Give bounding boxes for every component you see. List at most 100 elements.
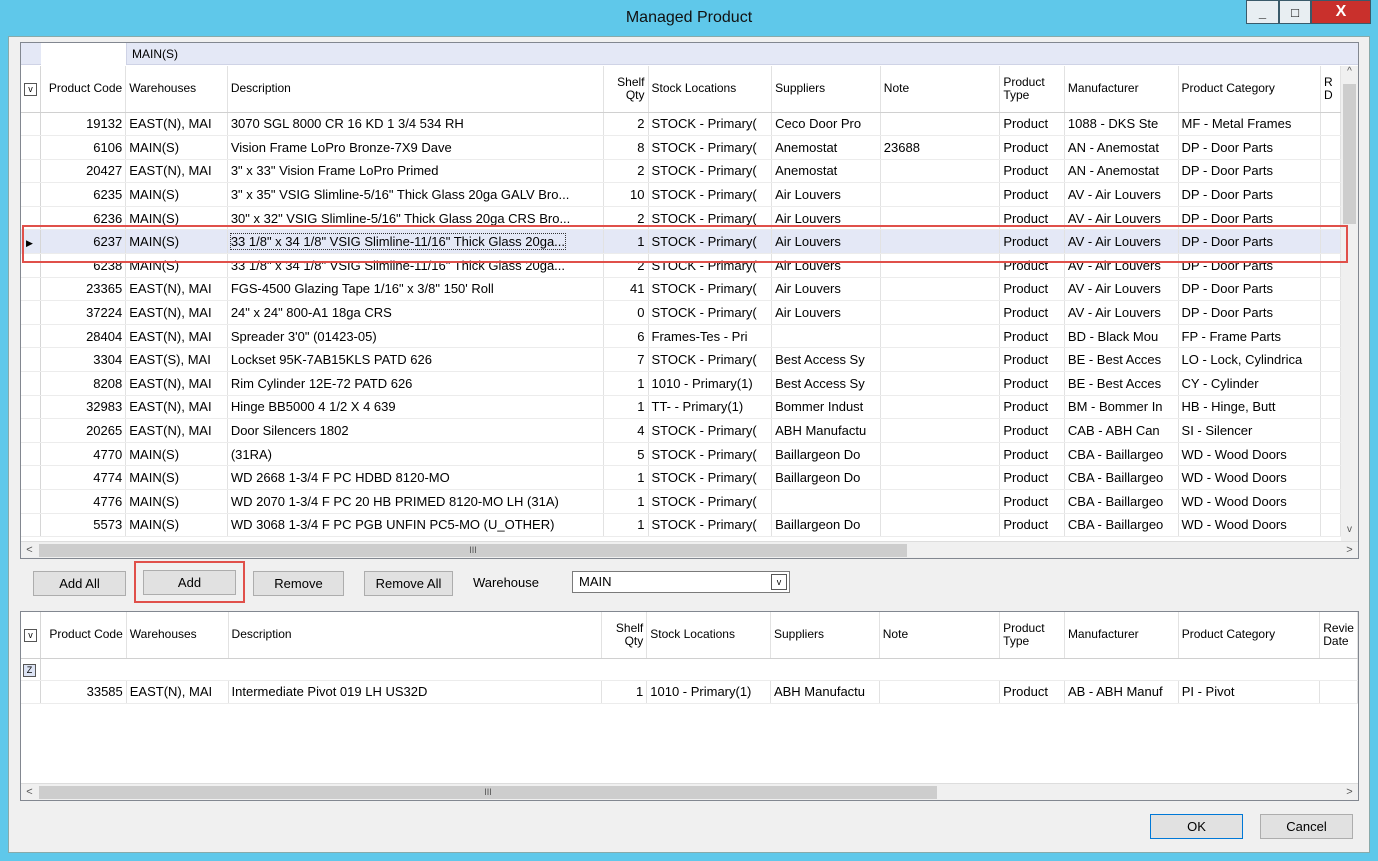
- cell-wh[interactable]: MAIN(S): [125, 206, 228, 231]
- row-header[interactable]: [21, 112, 42, 137]
- cell-type[interactable]: Product: [999, 253, 1065, 278]
- cell-type[interactable]: Product: [999, 300, 1065, 325]
- filter-row[interactable]: Z: [21, 658, 1358, 681]
- cell-cat[interactable]: WD - Wood Doors: [1178, 513, 1322, 538]
- cell-type[interactable]: Product: [999, 229, 1065, 255]
- column-header-type[interactable]: Product Type: [999, 612, 1065, 659]
- row-header[interactable]: [21, 277, 42, 302]
- cell-wh[interactable]: MAIN(S): [125, 442, 228, 467]
- cell-type[interactable]: Product: [999, 489, 1065, 514]
- cell-rev[interactable]: [1320, 229, 1341, 255]
- cell-wh[interactable]: EAST(N), MAI: [126, 680, 229, 705]
- cell-qty[interactable]: 10: [603, 182, 649, 207]
- cell-sup[interactable]: Air Louvers: [771, 182, 881, 207]
- row-header[interactable]: [21, 395, 42, 420]
- cell-sup[interactable]: Air Louvers: [771, 206, 881, 231]
- cell-qty[interactable]: 2: [603, 253, 649, 278]
- cell-mfr[interactable]: AB - ABH Manuf: [1064, 680, 1179, 705]
- vertical-scrollbar[interactable]: ^ v: [1341, 66, 1358, 541]
- cell-code[interactable]: 6238: [40, 253, 127, 278]
- cell-note[interactable]: 23688: [880, 135, 1001, 160]
- select-all-header[interactable]: v: [21, 612, 42, 659]
- cell-type[interactable]: Product: [999, 347, 1065, 373]
- table-row[interactable]: 32983 EAST(N), MAI Hinge BB5000 4 1/2 X 4 …: [21, 395, 1341, 420]
- column-header-note[interactable]: Note: [879, 612, 1001, 659]
- cell-desc[interactable]: Door Silencers 1802: [227, 418, 604, 443]
- column-header-code[interactable]: Product Code: [40, 612, 127, 659]
- cell-mfr[interactable]: BE - Best Acces: [1064, 347, 1179, 373]
- table-row[interactable]: 6235 MAIN(S) 3" x 35" VSIG Slimline-5/16" …: [21, 182, 1341, 207]
- available-products-grid[interactable]: MAIN(S) v Product Code Warehouses Descripti…: [20, 42, 1359, 559]
- cell-type[interactable]: Product: [999, 465, 1065, 490]
- cell-loc[interactable]: STOCK - Primary(: [648, 229, 773, 255]
- table-row[interactable]: 6238 MAIN(S) 33 1/8" x 34 1/8" VSIG Slimli…: [21, 253, 1341, 278]
- cell-note[interactable]: [880, 253, 1001, 278]
- cell-sup[interactable]: ABH Manufactu: [771, 418, 881, 443]
- cell-sup[interactable]: Baillargeon Do: [771, 513, 881, 538]
- cell-cat[interactable]: WD - Wood Doors: [1178, 465, 1322, 490]
- cell-wh[interactable]: EAST(S), MAI: [125, 347, 228, 373]
- row-header[interactable]: [21, 347, 42, 373]
- cell-sup[interactable]: [771, 324, 881, 349]
- warehouse-select[interactable]: MAIN v: [572, 571, 790, 593]
- row-header[interactable]: [21, 465, 42, 490]
- row-header[interactable]: [21, 513, 42, 538]
- cell-desc[interactable]: 24" x 24" 800-A1 18ga CRS: [227, 300, 604, 325]
- cell-desc[interactable]: WD 2668 1-3/4 F PC HDBD 8120-MO: [227, 465, 604, 490]
- cell-code[interactable]: 20427: [40, 159, 127, 184]
- cell-note[interactable]: [880, 442, 1001, 467]
- cell-desc[interactable]: Vision Frame LoPro Bronze-7X9 Dave: [227, 135, 604, 160]
- cell-qty[interactable]: 1: [603, 395, 649, 420]
- maximize-button[interactable]: □: [1279, 0, 1311, 24]
- cell-desc[interactable]: FGS-4500 Glazing Tape 1/16" x 3/8" 150' …: [227, 277, 604, 302]
- cell-wh[interactable]: MAIN(S): [125, 135, 228, 160]
- bottom-horizontal-scrollbar[interactable]: < III >: [21, 783, 1358, 800]
- column-header-cat[interactable]: Product Category: [1178, 66, 1322, 113]
- cell-rev[interactable]: [1320, 112, 1341, 137]
- cell-qty[interactable]: 1: [603, 513, 649, 538]
- cell-cat[interactable]: FP - Frame Parts: [1178, 324, 1322, 349]
- table-row[interactable]: 4776 MAIN(S) WD 2070 1-3/4 F PC 20 HB PRIM…: [21, 489, 1341, 514]
- row-header[interactable]: [21, 182, 42, 207]
- column-header-wh[interactable]: Warehouses: [126, 612, 229, 659]
- table-row[interactable]: 8208 EAST(N), MAI Rim Cylinder 12E-72 PATD…: [21, 371, 1341, 396]
- cell-cat[interactable]: DP - Door Parts: [1178, 206, 1322, 231]
- cell-sup[interactable]: Ceco Door Pro: [771, 112, 881, 137]
- vertical-scroll-thumb[interactable]: [1343, 84, 1356, 224]
- cell-loc[interactable]: STOCK - Primary(: [648, 206, 773, 231]
- cell-code[interactable]: 6106: [40, 135, 127, 160]
- cell-desc[interactable]: 30" x 32" VSIG Slimline-5/16" Thick Glas…: [227, 206, 604, 231]
- column-header-code[interactable]: Product Code: [40, 66, 127, 113]
- cell-sup[interactable]: Baillargeon Do: [771, 465, 881, 490]
- cell-note[interactable]: [880, 300, 1001, 325]
- cell-desc[interactable]: Hinge BB5000 4 1/2 X 4 639: [227, 395, 604, 420]
- cell-mfr[interactable]: AN - Anemostat: [1064, 159, 1179, 184]
- cell-loc[interactable]: STOCK - Primary(: [648, 300, 773, 325]
- cell-loc[interactable]: STOCK - Primary(: [648, 135, 773, 160]
- cell-mfr[interactable]: CBA - Baillargeo: [1064, 489, 1179, 514]
- cell-code[interactable]: 23365: [40, 277, 127, 302]
- cell-sup[interactable]: Air Louvers: [771, 229, 881, 255]
- cell-desc[interactable]: 33 1/8" x 34 1/8" VSIG Slimline-11/16" T…: [227, 229, 604, 255]
- remove-button[interactable]: Remove: [253, 571, 344, 596]
- cell-rev[interactable]: [1320, 159, 1341, 184]
- cell-mfr[interactable]: AV - Air Louvers: [1064, 229, 1179, 255]
- cell-qty[interactable]: 1: [601, 680, 648, 705]
- table-row[interactable]: 23365 EAST(N), MAI FGS-4500 Glazing Tape 1…: [21, 277, 1341, 302]
- cell-sup[interactable]: Air Louvers: [771, 300, 881, 325]
- column-header-sup[interactable]: Suppliers: [771, 66, 881, 113]
- cell-loc[interactable]: STOCK - Primary(: [648, 418, 773, 443]
- cell-mfr[interactable]: AV - Air Louvers: [1064, 300, 1179, 325]
- cell-rev[interactable]: [1320, 135, 1341, 160]
- cell-mfr[interactable]: AV - Air Louvers: [1064, 206, 1179, 231]
- bottom-horizontal-scroll-thumb[interactable]: III: [39, 786, 937, 799]
- cell-cat[interactable]: MF - Metal Frames: [1178, 112, 1322, 137]
- cell-mfr[interactable]: CAB - ABH Can: [1064, 418, 1179, 443]
- cell-code[interactable]: 32983: [40, 395, 127, 420]
- cell-loc[interactable]: Frames-Tes - Pri: [648, 324, 773, 349]
- cell-desc[interactable]: 3" x 33" Vision Frame LoPro Primed: [227, 159, 604, 184]
- column-chooser-icon[interactable]: v: [24, 82, 37, 96]
- cell-desc[interactable]: Intermediate Pivot 019 LH US32D: [228, 680, 603, 705]
- cell-mfr[interactable]: AV - Air Louvers: [1064, 182, 1179, 207]
- cell-loc[interactable]: STOCK - Primary(: [648, 489, 773, 514]
